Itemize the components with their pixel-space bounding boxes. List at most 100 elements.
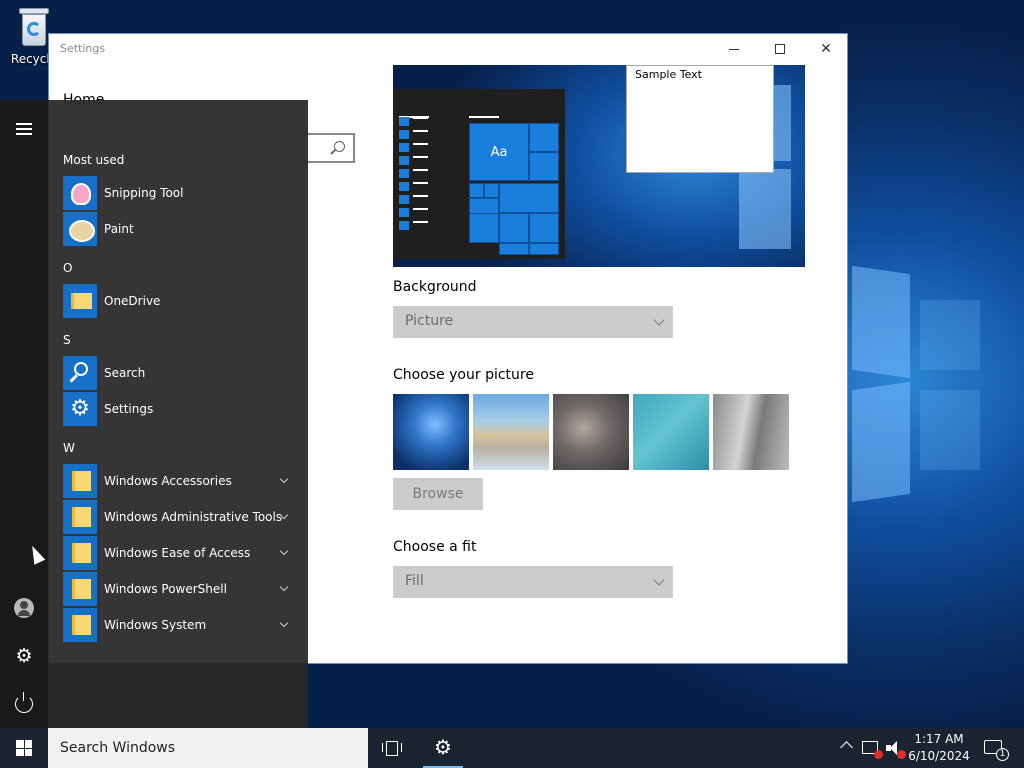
choose-fit-label: Choose a fit [393,539,477,555]
preview-tile [529,243,559,255]
task-view-icon[interactable] [382,740,402,756]
snipping-tool-icon [63,176,97,210]
title-bar[interactable]: Settings ✕ [49,34,847,64]
folder-icon [63,500,97,534]
folder-windows-administrative-tools[interactable]: Windows Administrative Tools [63,500,303,534]
settings-search-input[interactable] [307,133,355,163]
app-snipping-tool[interactable]: Snipping Tool [63,176,303,210]
start-rail: ⚙ [0,100,48,728]
chevron-down-icon [653,574,665,586]
start-menu: ⚙ Most used Snipping Tool Paint O OneDri… [0,100,308,728]
mini-start-preview: Aa [393,89,565,259]
volume-muted-icon[interactable] [886,741,906,759]
folder-windows-powershell[interactable]: Windows PowerShell [63,572,303,606]
preview-tile [499,213,529,243]
preview-tile [529,213,559,243]
app-label: Windows Ease of Access [104,546,251,560]
app-label: Windows System [104,618,207,632]
onedrive-icon [63,284,97,318]
mouse-cursor-icon [26,543,46,565]
network-error-icon [874,750,883,759]
section-header-o[interactable]: O [63,261,72,275]
folder-windows-system[interactable]: Windows System [63,608,303,642]
app-label: Paint [104,222,134,236]
chevron-down-icon [279,618,289,628]
wallpaper-beam [852,265,910,379]
minimize-icon [729,48,739,50]
search-icon [63,356,97,390]
sample-text: Sample Text [635,68,702,81]
close-icon: ✕ [820,41,832,57]
app-label: Windows Accessories [104,474,232,488]
folder-icon [63,572,97,606]
preview-tile [529,123,559,152]
taskbar-search-placeholder: Search Windows [60,740,176,756]
system-clock[interactable]: 1:17 AM 6/10/2024 [904,731,974,765]
wallpaper-beam [920,390,980,470]
window-title: Settings [60,42,106,55]
folder-icon [63,608,97,642]
preview-tile [529,152,559,181]
folder-icon [63,464,97,498]
minimize-button[interactable] [711,34,757,64]
app-label: Search [104,366,146,380]
network-icon[interactable] [862,741,883,759]
app-search[interactable]: Search [63,356,303,390]
folder-icon [63,536,97,570]
preview-tile [499,183,559,213]
choose-picture-label: Choose your picture [393,367,534,383]
picture-thumbnail-3[interactable] [553,394,629,470]
background-dropdown[interactable]: Picture [393,306,673,338]
folder-windows-ease-of-access[interactable]: Windows Ease of Access [63,536,303,570]
picture-thumbnail-1[interactable] [393,394,469,470]
show-hidden-icons-chevron-up-icon[interactable] [840,741,853,754]
hamburger-menu-button[interactable] [16,123,32,138]
clock-date: 6/10/2024 [908,749,970,763]
power-icon[interactable] [15,692,33,713]
chevron-down-icon [279,546,289,556]
preview-tile [484,183,499,198]
app-label: Windows PowerShell [104,582,227,596]
picture-thumbnail-4[interactable] [633,394,709,470]
section-header-s[interactable]: S [63,333,71,347]
preview-tile [469,183,484,198]
chevron-down-icon [653,314,665,326]
preview-beam [739,169,791,249]
maximize-icon [775,44,785,54]
background-label: Background [393,279,477,295]
recycle-bin-icon [17,8,51,48]
picture-thumbnail-2[interactable] [473,394,549,470]
background-preview: Aa Sample Text [393,65,805,267]
preview-tile-aa: Aa [469,123,529,181]
fit-dropdown[interactable]: Fill [393,566,673,598]
app-label: Windows Administrative Tools [104,510,283,524]
wallpaper-beam [852,381,910,503]
maximize-button[interactable] [757,34,803,64]
user-account-icon[interactable] [14,598,34,618]
windows-start-icon[interactable] [16,740,32,756]
section-header-most-used: Most used [63,153,125,167]
preview-tile [469,213,499,243]
taskbar: Search Windows ⚙ 1:17 AM 6/10/2024 1 [0,728,1024,768]
settings-gear-icon[interactable]: ⚙ [14,646,34,666]
action-center-icon[interactable]: 1 [984,740,1009,761]
section-header-w[interactable]: W [63,441,75,455]
search-icon [334,141,345,152]
preview-tile [499,243,529,255]
paint-icon [63,212,97,246]
close-button[interactable]: ✕ [803,34,849,64]
app-settings[interactable]: ⚙ Settings [63,392,303,426]
fit-dropdown-value: Fill [405,573,424,589]
wallpaper-beam [920,300,980,370]
app-onedrive[interactable]: OneDrive [63,284,303,318]
app-label: Snipping Tool [104,186,184,200]
gear-icon: ⚙ [63,392,97,426]
app-paint[interactable]: Paint [63,212,303,246]
folder-windows-accessories[interactable]: Windows Accessories [63,464,303,498]
browse-button[interactable]: Browse [393,478,483,510]
picture-thumbnail-5[interactable] [713,394,789,470]
taskbar-search-box[interactable]: Search Windows [48,728,368,768]
chevron-down-icon [279,474,289,484]
sample-text-window: Sample Text [626,65,774,173]
taskbar-settings-app[interactable]: ⚙ [423,728,463,768]
